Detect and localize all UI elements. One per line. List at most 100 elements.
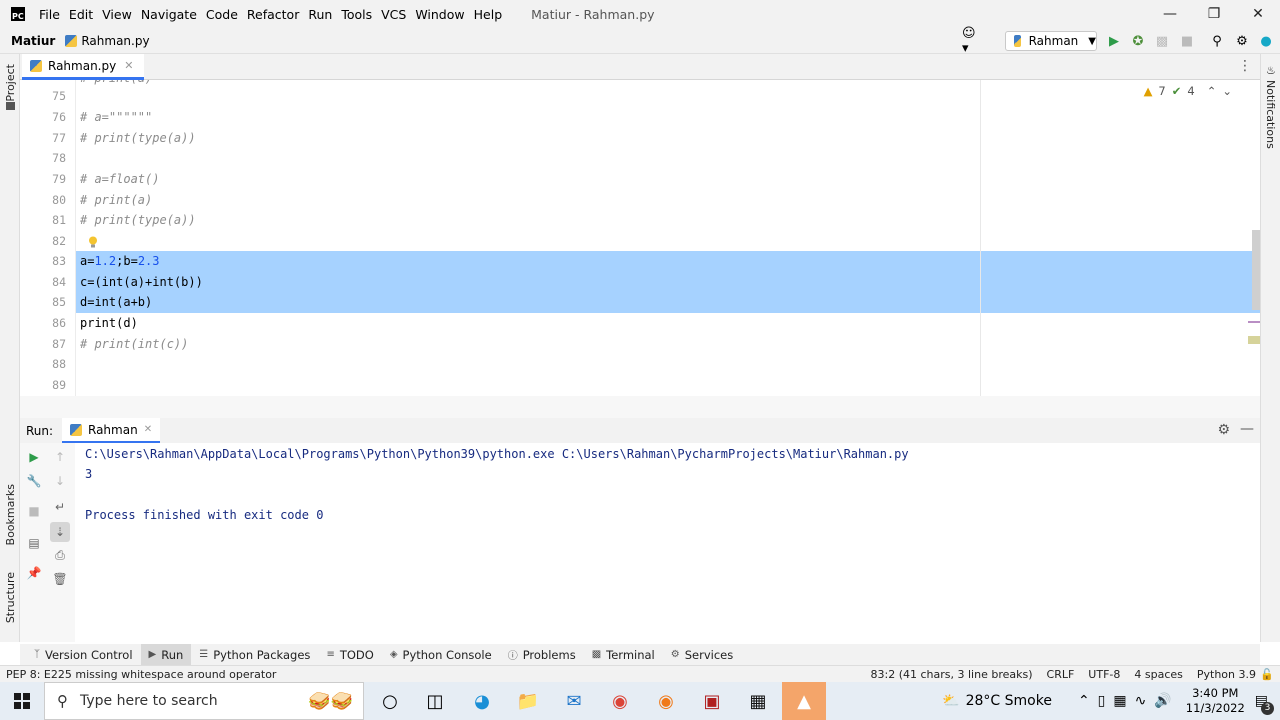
chrome-icon[interactable]: ◉	[605, 686, 635, 716]
console-output[interactable]: C:\Users\Rahman\AppData\Local\Programs\P…	[75, 443, 1260, 642]
more-options-icon[interactable]: ⋮	[1238, 58, 1252, 74]
status-message[interactable]: PEP 8: E225 missing whitespace around op…	[6, 668, 276, 681]
inspection-widget[interactable]: ▲ 7 ✔ 4 ⌃ ⌄	[1144, 84, 1232, 98]
run-tab-rahman[interactable]: Rahman ✕	[62, 418, 161, 443]
trash-icon[interactable]: 🗑	[52, 571, 68, 587]
menu-refactor[interactable]: Refactor	[247, 7, 299, 22]
task-view-icon[interactable]: ◫	[420, 686, 450, 716]
restore-button[interactable]: ❐	[1192, 0, 1236, 28]
tool-terminal[interactable]: ▩ Terminal	[584, 644, 663, 665]
search-icon[interactable]: ⚲	[1208, 32, 1226, 50]
run-icon[interactable]: ▶	[1105, 32, 1123, 50]
menu-run[interactable]: Run	[308, 7, 332, 22]
coverage-icon[interactable]: ▩	[1153, 32, 1171, 50]
structure-tool-button[interactable]: Structure	[4, 572, 17, 623]
clock-time: 3:40 PM	[1192, 686, 1239, 700]
taskbar-search[interactable]: ⚲ Type here to search 🥪🥪	[44, 682, 364, 720]
stop-icon[interactable]: ■	[1178, 32, 1196, 50]
firefox-icon[interactable]: ◉	[651, 686, 681, 716]
code-editor[interactable]: # print(a) 75 76 # a="""""" 77 # print(t…	[20, 80, 1260, 396]
menu-help[interactable]: Help	[474, 7, 503, 22]
indent-setting[interactable]: 4 spaces	[1134, 668, 1183, 681]
tool-run[interactable]: ▶ Run	[140, 644, 192, 665]
tool-python-packages[interactable]: ☰ Python Packages	[191, 644, 318, 665]
file-encoding[interactable]: UTF-8	[1088, 668, 1120, 681]
debug-icon[interactable]: ✪	[1129, 32, 1147, 50]
scroll-to-end-icon[interactable]: ⇣	[50, 522, 70, 542]
tool-services[interactable]: ⚙ Services	[663, 644, 741, 665]
layout-icon[interactable]: ▤	[26, 535, 42, 551]
minimize-button[interactable]: —	[1148, 0, 1192, 28]
caret-position[interactable]: 83:2 (41 chars, 3 line breaks)	[871, 668, 1033, 681]
weather-text[interactable]: 28°C Smoke	[966, 693, 1052, 709]
project-tool-button[interactable]: Project	[4, 64, 17, 102]
tool-problems[interactable]: ⓘ Problems	[500, 644, 584, 665]
clock[interactable]: 3:40 PM 11/3/2022	[1186, 686, 1245, 716]
code-with-me-icon[interactable]: ●	[1257, 32, 1275, 50]
warning-icon: ▲	[1143, 84, 1153, 98]
cortana-icon[interactable]: ○	[375, 686, 405, 716]
notifications-tool-button[interactable]: Notifications	[1264, 80, 1277, 149]
run-config-label: Rahman	[1028, 34, 1079, 48]
volume-icon[interactable]: 🔊	[1154, 693, 1171, 709]
python-icon: ◈	[389, 649, 398, 660]
settings-gear-icon[interactable]: ⚙	[1217, 422, 1230, 438]
recorder-icon[interactable]: ▣	[697, 686, 727, 716]
close-window-button[interactable]: ✕	[1236, 0, 1280, 28]
start-button[interactable]	[0, 682, 44, 720]
line-separator[interactable]: CRLF	[1047, 668, 1075, 681]
menu-view[interactable]: View	[102, 7, 132, 22]
pin-icon[interactable]: 📌	[26, 565, 42, 581]
menu-window[interactable]: Window	[415, 7, 464, 22]
close-tab-icon[interactable]: ✕	[144, 424, 152, 435]
chevron-up-icon[interactable]: ⌃	[1207, 84, 1217, 98]
settings-gear-icon[interactable]: ⚙	[1233, 32, 1251, 50]
tool-todo[interactable]: ≡ TODO	[318, 644, 381, 665]
breadcrumb-file[interactable]: Rahman.py	[81, 34, 149, 48]
tool-label: Python Packages	[213, 647, 311, 662]
down-arrow-icon[interactable]: ↓	[52, 473, 68, 489]
edge-icon[interactable]: ◕	[467, 686, 497, 716]
sandwich-icon: 🥪🥪	[308, 690, 353, 712]
menu-code[interactable]: Code	[206, 7, 238, 22]
editor-scrollbar[interactable]	[1252, 230, 1260, 310]
notification-center-icon[interactable]: ▤ 3	[1255, 693, 1274, 715]
print-icon[interactable]: ⎙	[52, 547, 68, 563]
lightbulb-icon[interactable]	[88, 236, 98, 248]
user-icon[interactable]: ☺▾	[962, 26, 980, 56]
menu-file[interactable]: File	[39, 7, 60, 22]
lock-icon[interactable]: 🔓	[1260, 668, 1274, 681]
up-arrow-icon[interactable]: ↑	[52, 449, 68, 465]
breadcrumb-project[interactable]: Matiur	[11, 34, 55, 48]
panel-splitter[interactable]	[20, 396, 1260, 418]
stop-icon[interactable]: ■	[26, 503, 42, 519]
tool-version-control[interactable]: ᛉ Version Control	[26, 644, 141, 665]
line-number: 81	[52, 213, 66, 227]
rerun-icon[interactable]: ▶	[26, 449, 42, 465]
tool-python-console[interactable]: ◈ Python Console	[382, 644, 500, 665]
chevron-down-icon[interactable]: ⌄	[1222, 84, 1232, 98]
wrench-icon[interactable]: 🔧	[26, 473, 42, 489]
menu-vcs[interactable]: VCS	[381, 7, 406, 22]
phone-icon[interactable]: ▯	[1098, 693, 1106, 709]
line-number: 75	[52, 89, 66, 103]
tab-rahman-py[interactable]: Rahman.py ✕	[22, 54, 144, 80]
menu-edit[interactable]: Edit	[69, 7, 93, 22]
bookmarks-tool-button[interactable]: Bookmarks	[4, 484, 17, 545]
pycharm-taskbar-icon[interactable]: ▦	[743, 686, 773, 716]
show-hidden-icons[interactable]: ⌃	[1078, 693, 1090, 709]
menu-navigate[interactable]: Navigate	[141, 7, 197, 22]
wifi-icon[interactable]: ∿	[1135, 693, 1147, 709]
mail-icon[interactable]: ✉	[559, 686, 589, 716]
close-tab-icon[interactable]: ✕	[124, 59, 133, 72]
soft-wrap-icon[interactable]: ↵	[52, 499, 68, 515]
title-bar: PC File Edit View Navigate Code Refactor…	[0, 0, 1280, 28]
run-config-select[interactable]: Rahman ▼	[1005, 31, 1097, 51]
device-icon[interactable]: ▦	[1113, 693, 1126, 709]
vlc-icon[interactable]: ▲	[782, 682, 826, 720]
menu-tools[interactable]: Tools	[341, 7, 372, 22]
hide-panel-icon[interactable]: —	[1240, 421, 1254, 437]
file-explorer-icon[interactable]: 📁	[513, 686, 543, 716]
interpreter-selector[interactable]: Python 3.9	[1197, 668, 1256, 681]
layers-icon: ☰	[199, 649, 209, 660]
